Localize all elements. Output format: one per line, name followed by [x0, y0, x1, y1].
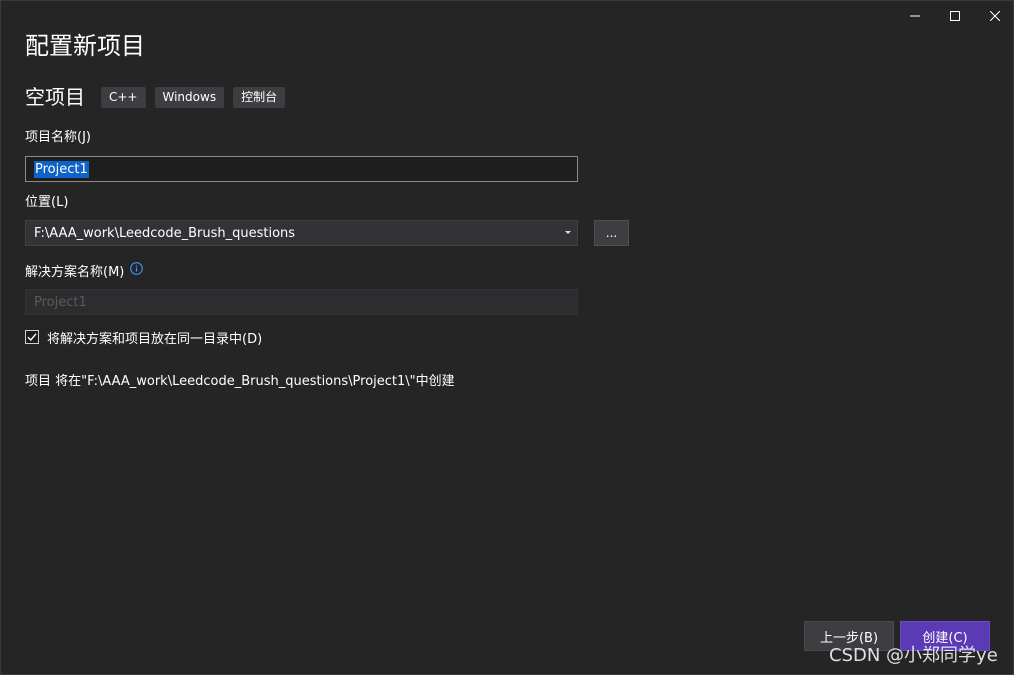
close-icon [990, 11, 1000, 21]
minimize-icon [910, 15, 920, 17]
solution-name-label: 解决方案名称(M) [25, 265, 125, 280]
same-directory-label: 将解决方案和项目放在同一目录中(D) [47, 331, 263, 347]
page-title: 配置新项目 [25, 32, 145, 60]
info-icon[interactable] [130, 262, 144, 281]
tag-cpp: C++ [101, 86, 146, 108]
maximize-button[interactable] [935, 1, 975, 31]
browse-button[interactable]: ... [594, 220, 629, 246]
project-name-input[interactable]: Project1 [25, 156, 578, 182]
creation-path-info: 项目 将在"F:\AAA_work\Leedcode_Brush_questio… [25, 374, 455, 389]
maximize-icon [950, 11, 960, 21]
solution-name-input: Project1 [25, 289, 578, 315]
solution-name-placeholder: Project1 [34, 294, 87, 310]
back-button[interactable]: 上一步(B) [804, 621, 894, 651]
dropdown-arrow-icon [565, 231, 571, 234]
same-directory-checkbox-row[interactable]: 将解决方案和项目放在同一目录中(D) [25, 329, 263, 347]
project-name-value: Project1 [34, 160, 89, 178]
checkmark-icon [27, 333, 37, 342]
location-value: F:\AAA_work\Leedcode_Brush_questions [34, 225, 296, 241]
minimize-button[interactable] [895, 1, 935, 31]
close-button[interactable] [975, 1, 1014, 31]
template-info: 空项目 C++ Windows 控制台 [25, 83, 294, 111]
location-label: 位置(L) [25, 195, 69, 210]
template-name: 空项目 [25, 85, 85, 109]
create-button[interactable]: 创建(C) [900, 621, 990, 651]
tag-windows: Windows [154, 86, 225, 108]
configure-project-dialog: 配置新项目 空项目 C++ Windows 控制台 项目名称(J) Projec… [0, 0, 1014, 675]
tag-console: 控制台 [233, 86, 286, 108]
location-combobox[interactable]: F:\AAA_work\Leedcode_Brush_questions [25, 220, 578, 246]
project-name-label: 项目名称(J) [25, 130, 91, 145]
solution-name-label-row: 解决方案名称(M) [25, 262, 144, 282]
same-directory-checkbox[interactable] [25, 330, 39, 344]
